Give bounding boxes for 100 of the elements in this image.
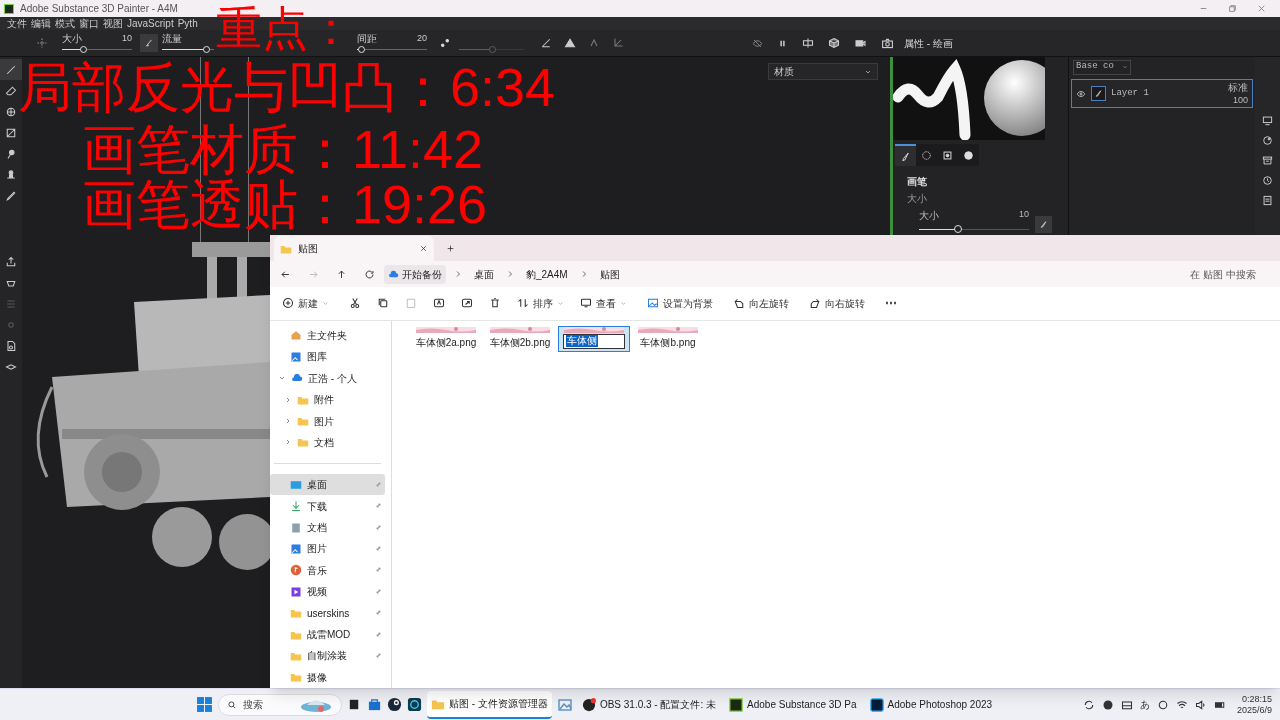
taskbar-app[interactable]: 贴图 - 文件资源管理器	[427, 690, 552, 719]
nav-item[interactable]: 主文件夹	[270, 324, 385, 347]
video-camera-icon[interactable]	[854, 37, 867, 49]
eraser-icon[interactable]	[5, 84, 17, 97]
globe-icon[interactable]	[5, 105, 17, 118]
nav-item[interactable]: 文档	[270, 431, 385, 454]
store-icon[interactable]	[367, 697, 382, 712]
slider-track[interactable]	[162, 46, 214, 53]
clock-date[interactable]: 2025/6/9	[1236, 704, 1272, 716]
window-tab[interactable]: 贴图	[274, 236, 434, 262]
list-icon[interactable]	[1262, 195, 1273, 206]
toolbar-button[interactable]: 设置为背景	[645, 291, 715, 316]
taskbar-app[interactable]: OBS 31.0.3 - 配置文件: 未	[577, 690, 721, 719]
eye-off-icon[interactable]	[752, 37, 763, 49]
breadcrumb-item[interactable]: 豹_2A4M	[522, 266, 572, 282]
file-item[interactable]: 车体侧2a.png	[410, 325, 482, 352]
sync-icon[interactable]	[1082, 698, 1095, 711]
slider-track[interactable]	[62, 46, 132, 53]
archive-icon[interactable]	[1262, 155, 1273, 166]
channel-dropdown[interactable]: Base co	[1073, 59, 1131, 75]
tray-icon[interactable]	[1120, 698, 1133, 711]
up-icon[interactable]	[336, 268, 347, 280]
menu-item[interactable]: 文件	[7, 17, 27, 30]
wifi-icon[interactable]	[1175, 698, 1188, 711]
brush-icon[interactable]	[5, 63, 17, 76]
nav-item[interactable]: 附件	[270, 388, 385, 411]
ime-indicator[interactable]: あ	[1139, 697, 1150, 712]
restore-icon[interactable]	[1228, 4, 1237, 13]
breadcrumb-item[interactable]: 桌面	[470, 266, 498, 282]
toolbar-button[interactable]: 新建	[280, 291, 331, 316]
file-item[interactable]: 车体侧b.png	[632, 325, 704, 352]
palette-icon[interactable]	[1262, 135, 1273, 146]
ring-app-icon[interactable]	[407, 697, 422, 712]
nav-item[interactable]: 视频	[270, 581, 385, 603]
plus-icon[interactable]	[446, 243, 455, 253]
nav-item[interactable]: 音乐	[270, 559, 385, 582]
blend-mode[interactable]: 标准	[1228, 81, 1248, 94]
menu-item[interactable]: 视图	[103, 17, 123, 30]
toolbar-button[interactable]: 向左旋转	[731, 291, 791, 316]
speaker-icon[interactable]	[1194, 698, 1207, 711]
breadcrumb-item[interactable]: 开始备份	[384, 264, 446, 284]
document-icon[interactable]	[5, 339, 17, 352]
nav-item[interactable]: 图片	[270, 410, 385, 432]
nav-item[interactable]: 桌面	[270, 474, 385, 496]
slider-track[interactable]	[357, 46, 427, 53]
image-viewer-icon[interactable]	[556, 696, 573, 713]
brush-button[interactable]	[140, 34, 158, 52]
nav-item[interactable]: 文档	[270, 516, 385, 539]
nav-item[interactable]: userskins	[270, 602, 385, 624]
rename-field[interactable]: 车体侧	[563, 333, 625, 349]
brush-button[interactable]	[1035, 216, 1052, 233]
menu-item[interactable]: 编辑	[31, 17, 51, 30]
cube-icon[interactable]	[828, 37, 840, 49]
menu-item[interactable]: Pyth	[177, 17, 198, 30]
refresh-icon[interactable]	[364, 268, 375, 280]
polygon-fill-icon[interactable]	[5, 126, 17, 139]
file-item[interactable]: 车体侧	[558, 325, 630, 352]
toolbar-button[interactable]: 排序	[515, 291, 566, 316]
taskbar-app[interactable]: Adobe Photoshop 2023	[865, 690, 997, 719]
nav-item[interactable]: 自制涂装	[270, 645, 385, 667]
taskbar-app[interactable]: Adobe Substance 3D Pa	[725, 690, 861, 719]
eye-icon[interactable]	[1076, 88, 1086, 99]
slider-thumb[interactable]	[953, 225, 962, 233]
nav-item[interactable]: 摄像	[270, 666, 385, 688]
nav-item[interactable]: 图片	[270, 538, 385, 560]
close-icon[interactable]	[1257, 4, 1266, 13]
display-icon[interactable]	[1262, 115, 1273, 126]
menu-item[interactable]: 窗口	[79, 17, 99, 30]
menu-item[interactable]: 模式	[55, 17, 75, 30]
panel-tab[interactable]	[958, 144, 979, 166]
slider-thumb[interactable]	[357, 46, 365, 53]
close-icon[interactable]	[419, 244, 428, 254]
nav-item[interactable]: 图库	[270, 346, 385, 368]
toolbar-button[interactable]: 向右旋转	[807, 291, 867, 316]
toolbar-button[interactable]: ⋯	[883, 291, 899, 316]
search-field[interactable]: 搜索	[218, 693, 342, 716]
smudge-icon[interactable]	[5, 147, 17, 160]
breadcrumb-item[interactable]: 贴图	[595, 266, 624, 282]
slider-track[interactable]	[919, 225, 1029, 233]
nav-item[interactable]: 下载	[270, 495, 385, 517]
start-icon[interactable]	[196, 696, 213, 713]
panel-tab[interactable]	[895, 144, 916, 166]
toolbar-button[interactable]: 查看	[578, 291, 629, 316]
clock-icon[interactable]	[1262, 175, 1273, 186]
nav-item[interactable]: 正浩 - 个人	[270, 367, 385, 389]
camera-icon[interactable]	[881, 36, 894, 50]
menu-item[interactable]: JavaScript	[127, 17, 174, 30]
search-field[interactable]: 在 贴图 中搜索	[1190, 263, 1280, 286]
layer-row[interactable]: Layer 1 标准 100	[1071, 79, 1253, 108]
slider-thumb[interactable]	[203, 46, 211, 53]
picker-icon[interactable]	[5, 189, 17, 202]
stamp-icon[interactable]	[5, 168, 17, 181]
split-view-icon[interactable]	[802, 37, 814, 49]
slider-thumb[interactable]	[80, 46, 87, 53]
file-item[interactable]: 车体侧2b.png	[484, 325, 556, 352]
opacity-value[interactable]: 100	[1232, 93, 1248, 106]
triangle-icon[interactable]	[564, 37, 576, 49]
clock-time[interactable]: 0:28:15	[1241, 693, 1272, 705]
material-dropdown[interactable]: 材质	[768, 63, 878, 80]
back-icon[interactable]	[280, 268, 291, 280]
